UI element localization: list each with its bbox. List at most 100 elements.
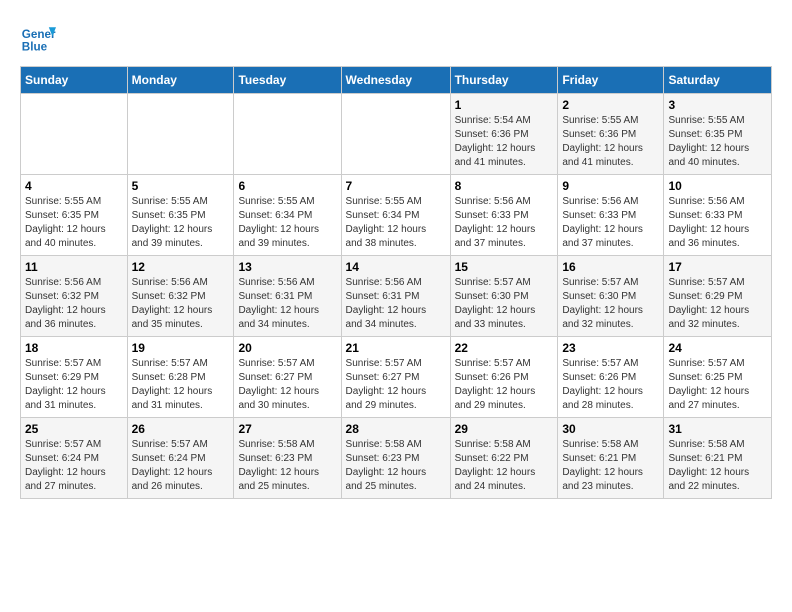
week-row-1: 4Sunrise: 5:55 AM Sunset: 6:35 PM Daylig… [21, 175, 772, 256]
day-number: 20 [238, 341, 336, 355]
day-number: 7 [346, 179, 446, 193]
day-number: 24 [668, 341, 767, 355]
calendar-cell: 7 Sunrise: 5:55 AM Sunset: 6:34 PM Daylig… [341, 175, 450, 256]
calendar-cell: 3Sunrise: 5:55 AM Sunset: 6:35 PM Daylig… [664, 94, 772, 175]
calendar-cell: 24 Sunrise: 5:57 AM Sunset: 6:25 PM Dayli… [664, 337, 772, 418]
calendar-cell: 5 Sunrise: 5:55 AM Sunset: 6:35 PM Daylig… [127, 175, 234, 256]
day-number: 1 [455, 98, 554, 112]
day-info: Sunrise: 5:57 AM Sunset: 6:26 PM Dayligh… [455, 357, 554, 413]
header-wednesday: Wednesday [341, 67, 450, 94]
week-row-3: 18 Sunrise: 5:57 AM Sunset: 6:29 PM Dayli… [21, 337, 772, 418]
day-info: Sunrise: 5:57 AM Sunset: 6:29 PM Dayligh… [668, 276, 767, 332]
day-number: 10 [668, 179, 767, 193]
calendar-cell: 28 Sunrise: 5:58 AM Sunset: 6:23 PM Dayli… [341, 418, 450, 499]
day-info: Sunrise: 5:57 AM Sunset: 6:25 PM Dayligh… [668, 357, 767, 413]
day-number: 29 [455, 422, 554, 436]
day-number: 27 [238, 422, 336, 436]
calendar-cell: 19 Sunrise: 5:57 AM Sunset: 6:28 PM Dayli… [127, 337, 234, 418]
day-info: Sunrise: 5:55 AM Sunset: 6:35 PM Dayligh… [25, 195, 123, 251]
header-friday: Friday [558, 67, 664, 94]
day-number: 2 [562, 98, 659, 112]
calendar-cell: 10Sunrise: 5:56 AM Sunset: 6:33 PM Dayli… [664, 175, 772, 256]
day-number: 9 [562, 179, 659, 193]
calendar-cell: 8 Sunrise: 5:56 AM Sunset: 6:33 PM Daylig… [450, 175, 558, 256]
calendar-table: SundayMondayTuesdayWednesdayThursdayFrid… [20, 66, 772, 499]
calendar-cell: 15Sunrise: 5:57 AM Sunset: 6:30 PM Dayli… [450, 256, 558, 337]
svg-text:Blue: Blue [22, 41, 48, 54]
calendar-cell: 20 Sunrise: 5:57 AM Sunset: 6:27 PM Dayli… [234, 337, 341, 418]
day-info: Sunrise: 5:57 AM Sunset: 6:27 PM Dayligh… [238, 357, 336, 413]
day-number: 22 [455, 341, 554, 355]
day-number: 8 [455, 179, 554, 193]
calendar-cell: 11 Sunrise: 5:56 AM Sunset: 6:32 PM Dayli… [21, 256, 128, 337]
day-info: Sunrise: 5:57 AM Sunset: 6:28 PM Dayligh… [132, 357, 230, 413]
week-row-4: 25 Sunrise: 5:57 AM Sunset: 6:24 PM Dayli… [21, 418, 772, 499]
calendar-cell: 31 Sunrise: 5:58 AM Sunset: 6:21 PM Dayli… [664, 418, 772, 499]
day-number: 3 [668, 98, 767, 112]
week-row-2: 11 Sunrise: 5:56 AM Sunset: 6:32 PM Dayli… [21, 256, 772, 337]
calendar-cell: 27 Sunrise: 5:58 AM Sunset: 6:23 PM Dayli… [234, 418, 341, 499]
day-number: 18 [25, 341, 123, 355]
day-info: Sunrise: 5:57 AM Sunset: 6:26 PM Dayligh… [562, 357, 659, 413]
day-number: 19 [132, 341, 230, 355]
calendar-cell: 13 Sunrise: 5:56 AM Sunset: 6:31 PM Dayli… [234, 256, 341, 337]
header-thursday: Thursday [450, 67, 558, 94]
day-info: Sunrise: 5:56 AM Sunset: 6:33 PM Dayligh… [455, 195, 554, 251]
calendar-cell [127, 94, 234, 175]
day-info: Sunrise: 5:56 AM Sunset: 6:32 PM Dayligh… [25, 276, 123, 332]
logo: General Blue [20, 20, 56, 56]
day-number: 14 [346, 260, 446, 274]
logo-icon: General Blue [20, 20, 56, 56]
day-number: 23 [562, 341, 659, 355]
day-number: 5 [132, 179, 230, 193]
day-info: Sunrise: 5:58 AM Sunset: 6:21 PM Dayligh… [562, 438, 659, 494]
page-header: General Blue [20, 20, 772, 56]
calendar-cell: 18 Sunrise: 5:57 AM Sunset: 6:29 PM Dayli… [21, 337, 128, 418]
calendar-cell: 16 Sunrise: 5:57 AM Sunset: 6:30 PM Dayli… [558, 256, 664, 337]
day-number: 28 [346, 422, 446, 436]
calendar-body: 1 Sunrise: 5:54 AM Sunset: 6:36 PM Daylig… [21, 94, 772, 499]
day-info: Sunrise: 5:56 AM Sunset: 6:31 PM Dayligh… [346, 276, 446, 332]
calendar-cell: 29 Sunrise: 5:58 AM Sunset: 6:22 PM Dayli… [450, 418, 558, 499]
day-info: Sunrise: 5:55 AM Sunset: 6:34 PM Dayligh… [346, 195, 446, 251]
calendar-cell: 21Sunrise: 5:57 AM Sunset: 6:27 PM Dayli… [341, 337, 450, 418]
day-number: 21 [346, 341, 446, 355]
day-info: Sunrise: 5:54 AM Sunset: 6:36 PM Dayligh… [455, 114, 554, 170]
calendar-cell: 25 Sunrise: 5:57 AM Sunset: 6:24 PM Dayli… [21, 418, 128, 499]
calendar-cell: 22 Sunrise: 5:57 AM Sunset: 6:26 PM Dayli… [450, 337, 558, 418]
day-number: 6 [238, 179, 336, 193]
day-info: Sunrise: 5:55 AM Sunset: 6:35 PM Dayligh… [132, 195, 230, 251]
day-number: 31 [668, 422, 767, 436]
day-number: 11 [25, 260, 123, 274]
day-info: Sunrise: 5:58 AM Sunset: 6:23 PM Dayligh… [238, 438, 336, 494]
header-monday: Monday [127, 67, 234, 94]
calendar-cell: 6 Sunrise: 5:55 AM Sunset: 6:34 PM Daylig… [234, 175, 341, 256]
day-number: 13 [238, 260, 336, 274]
header-saturday: Saturday [664, 67, 772, 94]
day-number: 16 [562, 260, 659, 274]
calendar-header: SundayMondayTuesdayWednesdayThursdayFrid… [21, 67, 772, 94]
calendar-cell: 30 Sunrise: 5:58 AM Sunset: 6:21 PM Dayli… [558, 418, 664, 499]
header-sunday: Sunday [21, 67, 128, 94]
day-info: Sunrise: 5:56 AM Sunset: 6:32 PM Dayligh… [132, 276, 230, 332]
day-info: Sunrise: 5:56 AM Sunset: 6:31 PM Dayligh… [238, 276, 336, 332]
day-info: Sunrise: 5:57 AM Sunset: 6:24 PM Dayligh… [132, 438, 230, 494]
day-info: Sunrise: 5:57 AM Sunset: 6:24 PM Dayligh… [25, 438, 123, 494]
day-info: Sunrise: 5:58 AM Sunset: 6:23 PM Dayligh… [346, 438, 446, 494]
calendar-cell: 23 Sunrise: 5:57 AM Sunset: 6:26 PM Dayli… [558, 337, 664, 418]
day-info: Sunrise: 5:56 AM Sunset: 6:33 PM Dayligh… [562, 195, 659, 251]
day-info: Sunrise: 5:55 AM Sunset: 6:34 PM Dayligh… [238, 195, 336, 251]
day-number: 12 [132, 260, 230, 274]
day-info: Sunrise: 5:58 AM Sunset: 6:21 PM Dayligh… [668, 438, 767, 494]
calendar-cell: 2 Sunrise: 5:55 AM Sunset: 6:36 PM Daylig… [558, 94, 664, 175]
day-info: Sunrise: 5:57 AM Sunset: 6:29 PM Dayligh… [25, 357, 123, 413]
day-number: 25 [25, 422, 123, 436]
day-info: Sunrise: 5:55 AM Sunset: 6:36 PM Dayligh… [562, 114, 659, 170]
day-info: Sunrise: 5:57 AM Sunset: 6:30 PM Dayligh… [562, 276, 659, 332]
day-info: Sunrise: 5:58 AM Sunset: 6:22 PM Dayligh… [455, 438, 554, 494]
calendar-cell [234, 94, 341, 175]
header-tuesday: Tuesday [234, 67, 341, 94]
day-number: 30 [562, 422, 659, 436]
week-row-0: 1 Sunrise: 5:54 AM Sunset: 6:36 PM Daylig… [21, 94, 772, 175]
calendar-cell [21, 94, 128, 175]
